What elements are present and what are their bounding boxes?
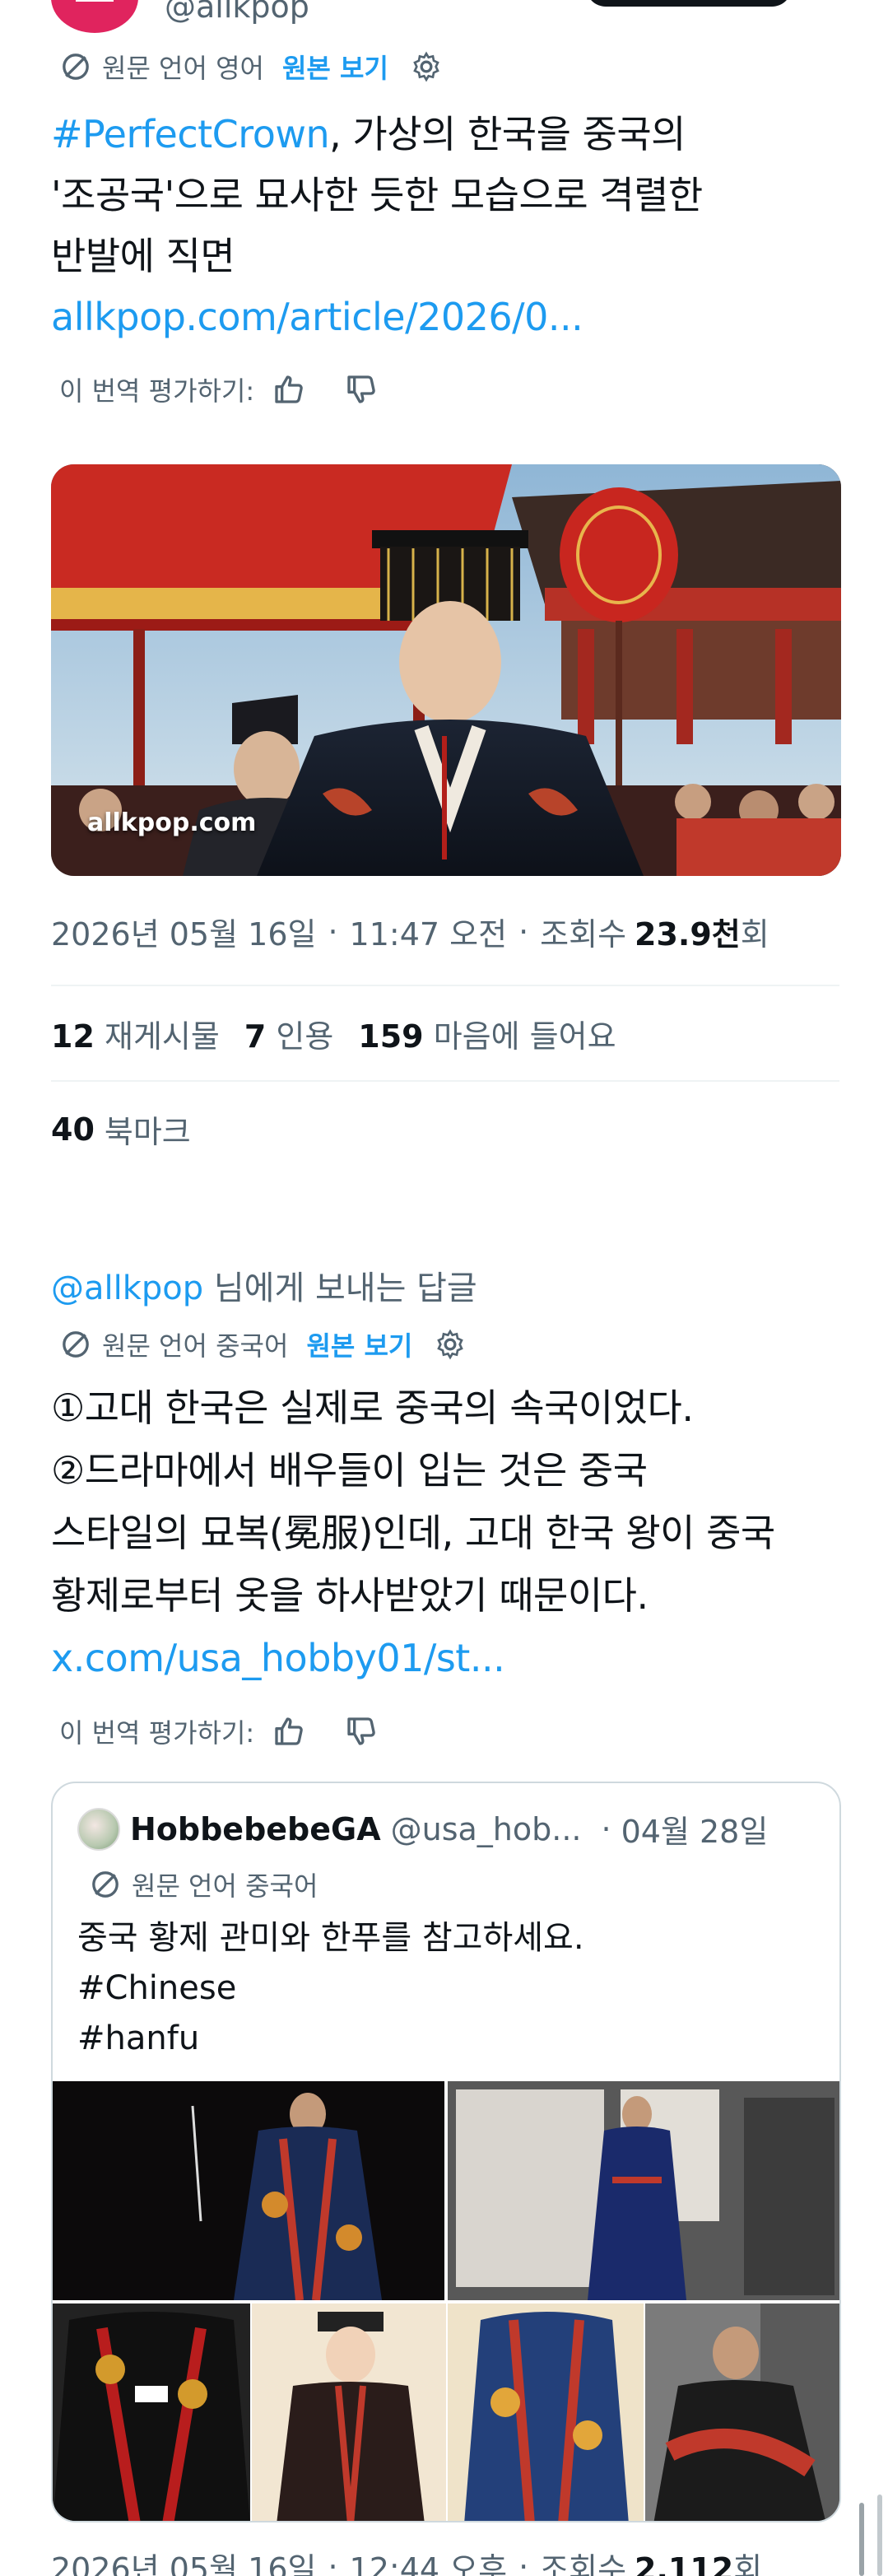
- quote-header: HobbebebeGA @usa_hob... · 04월 28일: [77, 1806, 768, 1852]
- quote-image-1[interactable]: [53, 2081, 444, 2300]
- reply-text: ①고대 한국은 실제로 중국의 속국이었다. ②드라마에서 배우들이 입는 것은…: [51, 1377, 858, 1689]
- bookmarks-label: 북마크: [104, 1114, 191, 1150]
- reply-to-handle[interactable]: @allkpop: [51, 1269, 203, 1307]
- likes-label: 마음에 들어요: [433, 1018, 616, 1055]
- views-label: 조회수: [540, 916, 627, 953]
- translation-bar: 원문 언어 중국어 원본 보기: [59, 1325, 467, 1363]
- reply-text-line: 황제로부터 옷을 하사받았기 때문이다.: [51, 1573, 649, 1618]
- tweet-date[interactable]: 2026년 05월 16일: [51, 909, 316, 954]
- tweet-text-line: , 가상의 한국을 중국의: [329, 112, 686, 156]
- article-link[interactable]: allkpop.com/article/2026/0...: [51, 286, 841, 347]
- views-count: 23.9천: [635, 916, 741, 953]
- scrollbar[interactable]: [877, 2494, 882, 2576]
- rate-translation-label: 이 번역 평가하기:: [59, 1717, 255, 1749]
- quote-translation-bar: 원문 언어 중국어: [89, 1866, 318, 1903]
- translate-icon: [63, 1331, 89, 1358]
- rate-translation-label: 이 번역 평가하기:: [59, 375, 255, 407]
- translate-icon: [92, 1871, 119, 1898]
- quote-author-name[interactable]: HobbebebeGA: [130, 1811, 381, 1847]
- tweet-meta: 2026년 05월 16일 · 11:47 오전 · 조회수 23.9천회: [51, 909, 769, 954]
- tweet-text-line: 반발에 직면: [51, 234, 235, 278]
- follow-button[interactable]: [586, 0, 792, 7]
- quote-image-4[interactable]: [252, 2303, 446, 2521]
- reposts-stat[interactable]: 12 재게시물: [51, 1011, 220, 1056]
- tweet-text-line: '조공국'으로 묘사한 듯한 모습으로 격렬한: [51, 173, 703, 217]
- quote-image-5[interactable]: [448, 2303, 644, 2521]
- views-label: 조회수: [540, 2551, 627, 2576]
- quote-text-line: 중국 황제 관미와 한푸를 참고하세요.: [77, 1919, 584, 1957]
- thumbs-up-icon[interactable]: [272, 1715, 305, 1748]
- author-avatar[interactable]: [51, 0, 138, 33]
- translation-bar: 원문 언어 영어 원본 보기: [59, 48, 443, 86]
- reply-link[interactable]: x.com/usa_hobby01/st...: [51, 1627, 858, 1689]
- show-original-link[interactable]: 원본 보기: [282, 48, 388, 86]
- media-watermark: allkpop.com: [87, 808, 257, 837]
- show-original-link[interactable]: 원본 보기: [306, 1325, 412, 1363]
- tweet-time[interactable]: 11:47 오전: [350, 909, 508, 954]
- translation-label: 원문 언어 중국어: [102, 1330, 289, 1362]
- reply-text-line: ②드라마에서 배우들이 입는 것은 중국: [51, 1448, 648, 1493]
- scrollbar[interactable]: [859, 2503, 864, 2576]
- reply-text-line: ①고대 한국은 실제로 중국의 속국이었다.: [51, 1386, 694, 1430]
- meta-separator: ·: [328, 913, 338, 950]
- meta-separator: ·: [328, 2548, 338, 2576]
- quote-hashtag[interactable]: #hanfu: [77, 2014, 584, 2064]
- rate-translation-row: 이 번역 평가하기:: [59, 1712, 378, 1750]
- reply-date[interactable]: 2026년 05월 16일: [51, 2544, 316, 2576]
- reply-to-suffix: 님에게 보내는 답글: [203, 1269, 477, 1307]
- divider: [51, 985, 839, 986]
- views-count: 2,112: [635, 2551, 734, 2576]
- meta-separator: ·: [601, 1810, 611, 1847]
- divider: [51, 1080, 839, 1082]
- likes-count: 159: [358, 1018, 424, 1055]
- reply-to-line: @allkpop 님에게 보내는 답글: [51, 1261, 477, 1309]
- quotes-count: 7: [244, 1018, 267, 1055]
- avatar[interactable]: [77, 1807, 120, 1851]
- bookmarks-count: 40: [51, 1111, 95, 1148]
- reply-time[interactable]: 12:44 오후: [350, 2544, 508, 2576]
- reposts-label: 재게시물: [104, 1018, 220, 1055]
- translation-label: 원문 언어 중국어: [132, 1870, 318, 1902]
- quote-author-handle[interactable]: @usa_hob...: [391, 1811, 582, 1847]
- reply-meta: 2026년 05월 16일 · 12:44 오후 · 조회수 2,112회: [51, 2544, 762, 2576]
- quotes-label: 인용: [276, 1018, 334, 1055]
- quote-date[interactable]: 04월 28일: [621, 1806, 769, 1852]
- quote-hashtag[interactable]: #Chinese: [77, 1963, 584, 2014]
- hashtag-link[interactable]: #PerfectCrown: [51, 112, 330, 156]
- tweet-media-image[interactable]: allkpop.com: [51, 464, 841, 876]
- engagement-stats: 12 재게시물 7 인용 159 마음에 들어요: [51, 1011, 616, 1056]
- reply-text-line: 스타일의 묘복(冕服)인데, 고대 한국 왕이 중국: [51, 1511, 775, 1555]
- gear-icon[interactable]: [434, 1328, 467, 1361]
- translation-label: 원문 언어 영어: [102, 53, 264, 84]
- quotes-stat[interactable]: 7 인용: [244, 1011, 333, 1056]
- gear-icon[interactable]: [410, 50, 443, 83]
- translate-icon: [63, 54, 89, 80]
- meta-separator: ·: [518, 2548, 529, 2576]
- quoted-tweet-card[interactable]: HobbebebeGA @usa_hob... · 04월 28일 원문 언어 …: [51, 1782, 841, 2522]
- reposts-count: 12: [51, 1018, 95, 1055]
- thumbs-up-icon[interactable]: [272, 373, 305, 406]
- thumbs-down-icon[interactable]: [345, 373, 378, 406]
- tweet-text: #PerfectCrown, 가상의 한국을 중국의 '조공국'으로 묘사한 듯…: [51, 104, 841, 347]
- bookmarks-stat[interactable]: 40 북마크: [51, 1106, 191, 1152]
- views-suffix: 회: [733, 2551, 763, 2576]
- views-suffix: 회: [740, 916, 769, 953]
- rate-translation-row: 이 번역 평가하기:: [59, 370, 378, 408]
- quote-image-6[interactable]: [645, 2303, 839, 2521]
- quote-text: 중국 황제 관미와 한푸를 참고하세요. #Chinese #hanfu: [77, 1913, 584, 2064]
- quote-image-2[interactable]: [448, 2081, 839, 2300]
- quote-image-3[interactable]: [53, 2303, 250, 2521]
- likes-stat[interactable]: 159 마음에 들어요: [358, 1011, 616, 1056]
- thumbs-down-icon[interactable]: [345, 1715, 378, 1748]
- author-handle[interactable]: @allkpop: [165, 0, 309, 25]
- meta-separator: ·: [518, 913, 529, 950]
